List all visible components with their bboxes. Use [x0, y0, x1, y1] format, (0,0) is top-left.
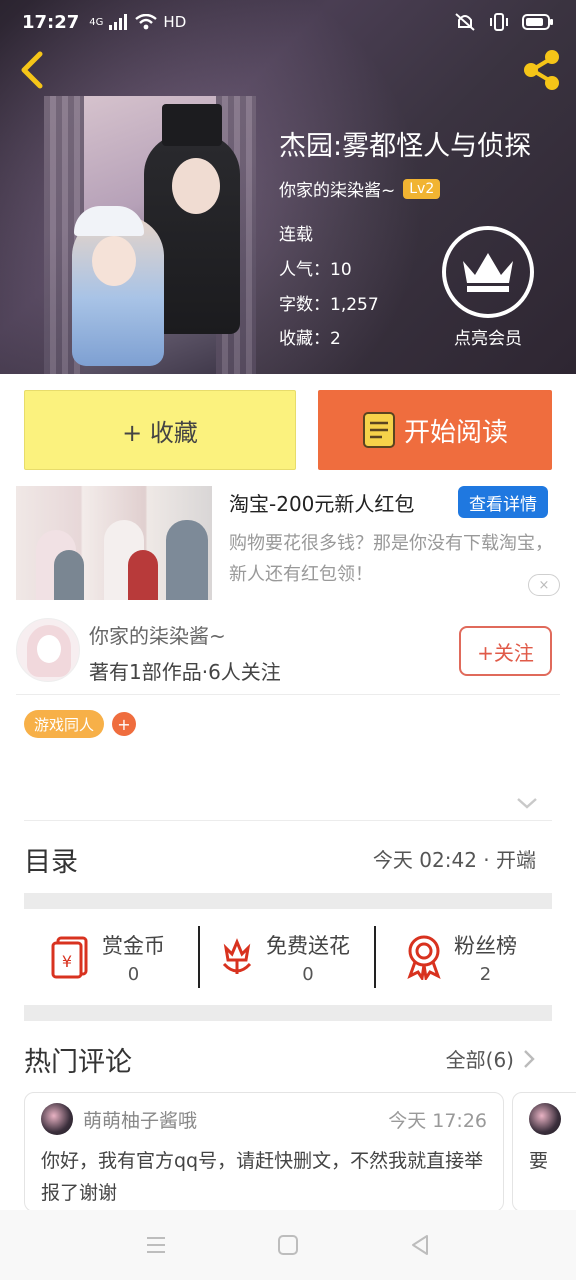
comment-user[interactable]: 萌萌柚子酱哦: [83, 1106, 197, 1133]
ribbon-medal-icon: [407, 935, 441, 980]
vip-label: 点亮会员: [454, 329, 522, 349]
status-right-icons: [454, 12, 554, 32]
author-summary: 著有1部作品·6人关注: [89, 660, 281, 684]
hd-indicator: HD: [163, 13, 187, 31]
ad-close-button[interactable]: ×: [528, 574, 560, 596]
stat-value: 2: [479, 963, 492, 985]
tag-chip[interactable]: 游戏同人: [24, 710, 105, 738]
ad-title[interactable]: 淘宝-200元新人红包: [229, 488, 414, 517]
start-reading-button[interactable]: 开始阅读: [318, 390, 552, 470]
stat-value: 0: [302, 963, 314, 985]
start-reading-label: 开始阅读: [403, 417, 508, 448]
wifi-icon: [135, 14, 158, 30]
book-author-row[interactable]: 你家的柒染酱~ Lv2: [279, 176, 441, 201]
word-count: 字数：1,257: [279, 295, 379, 315]
menu-icon[interactable]: [145, 1235, 167, 1255]
ad-image[interactable]: [16, 486, 212, 600]
chevron-right-icon[interactable]: [522, 848, 536, 870]
author-name[interactable]: 你家的柒染酱~: [89, 620, 226, 649]
ad-detail-button[interactable]: 查看详情: [458, 486, 548, 518]
popularity: 人气：10: [279, 260, 352, 280]
section-separator: [24, 893, 552, 909]
status-bar: 17:27 4G HD: [0, 0, 576, 44]
comment-text: 要: [529, 1150, 549, 1172]
book-title: 杰园:雾都怪人与侦探: [279, 131, 532, 162]
stat-title: 粉丝榜: [454, 933, 517, 958]
free-flowers[interactable]: 免费送花 0: [218, 926, 350, 988]
divider: [16, 694, 560, 695]
section-separator: [24, 1005, 552, 1021]
comment-card[interactable]: 要: [512, 1092, 576, 1212]
share-icon[interactable]: [520, 48, 564, 92]
fan-ranking[interactable]: 粉丝榜 2: [404, 926, 517, 988]
collect-button[interactable]: + 收藏: [24, 390, 296, 470]
mute-bell-icon: [455, 13, 475, 31]
all-comments-link[interactable]: 全部(6): [446, 1044, 514, 1073]
vip-button[interactable]: 点亮会员: [440, 226, 536, 349]
avatar[interactable]: [529, 1103, 561, 1135]
reward-coins[interactable]: ¥ 赏金币 0: [50, 926, 165, 988]
vibrate-icon: [490, 13, 508, 31]
red-envelope-icon: ¥: [51, 936, 88, 979]
system-nav-bar: [0, 1210, 576, 1280]
latest-chapter[interactable]: 今天 02:42 · 开端: [373, 844, 536, 873]
comment-text: 你好，我有官方qq号，请赶快删文，不然我就直接举报了谢谢: [41, 1150, 484, 1204]
book-header: 17:27 4G HD 杰园:雾都怪人与侦探 你家的柒染酱~ Lv2 连载 人气…: [0, 0, 576, 374]
crown-icon: [442, 226, 534, 318]
stat-value: 0: [127, 963, 140, 985]
divider: [198, 926, 200, 988]
back-arrow-icon[interactable]: [14, 50, 50, 90]
svg-text:¥: ¥: [62, 952, 72, 971]
author-avatar[interactable]: [16, 618, 80, 682]
book-author[interactable]: 你家的柒染酱~: [279, 176, 395, 201]
add-tag-button[interactable]: +: [112, 712, 136, 736]
avatar[interactable]: [41, 1103, 73, 1135]
chevron-right-icon[interactable]: [522, 1048, 536, 1070]
comment-card[interactable]: 萌萌柚子酱哦 今天 17:26 你好，我有官方qq号，请赶快删文，不然我就直接举…: [24, 1092, 504, 1212]
chevron-down-icon[interactable]: [516, 796, 538, 810]
back-icon[interactable]: [409, 1234, 431, 1256]
flower-icon: [222, 938, 252, 974]
toc-title[interactable]: 目录: [24, 840, 78, 879]
divider: [24, 820, 552, 821]
stat-title: 免费送花: [266, 933, 350, 958]
book-icon: [362, 412, 395, 448]
battery-icon: [522, 14, 553, 30]
status-time: 17:27: [22, 11, 80, 33]
book-cover[interactable]: [44, 96, 256, 374]
network-type: 4G: [89, 16, 104, 28]
signal-group: 4G HD: [89, 13, 186, 31]
home-icon[interactable]: [277, 1234, 299, 1256]
signal-icon: [109, 14, 128, 30]
stat-title: 赏金币: [102, 933, 165, 958]
serial-status: 连载: [279, 225, 313, 245]
comment-time: 今天 17:26: [388, 1110, 487, 1132]
ad-description[interactable]: 购物要花很多钱？那是你没有下载淘宝，新人还有红包领！: [229, 528, 564, 590]
favorites-count: 收藏：2: [279, 329, 341, 349]
follow-button[interactable]: +关注: [459, 626, 552, 676]
level-badge: Lv2: [403, 178, 441, 199]
divider: [374, 926, 376, 988]
hot-comments-title: 热门评论: [24, 1047, 132, 1078]
